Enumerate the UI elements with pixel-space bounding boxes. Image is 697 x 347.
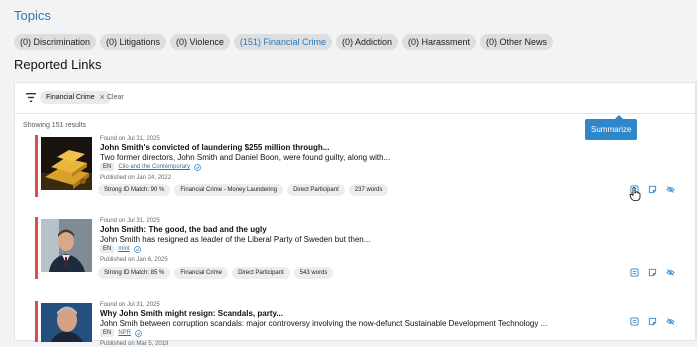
filter-bar: Financial Crime × Clear bbox=[15, 83, 696, 114]
match-tag: Strong ID Match: 85 % bbox=[98, 267, 171, 279]
risk-indicator bbox=[35, 217, 38, 279]
hide-icon[interactable] bbox=[666, 185, 675, 194]
filter-tag-label: Financial Crime bbox=[46, 94, 95, 101]
topics-title: Topics bbox=[14, 8, 51, 23]
article-title[interactable]: John Smith's convicted of laundering $25… bbox=[100, 143, 329, 152]
hand-cursor-icon bbox=[629, 187, 641, 201]
link-card[interactable]: Found on Jul 31, 2025 Why John Smith mig… bbox=[35, 301, 697, 347]
filter-icon[interactable] bbox=[26, 93, 36, 102]
reported-links-title: Reported Links bbox=[14, 57, 102, 72]
summarize-icon[interactable] bbox=[630, 317, 639, 326]
word-count-tag: 543 words bbox=[293, 267, 334, 279]
report-icon[interactable] bbox=[648, 317, 657, 326]
remove-filter-icon[interactable]: × bbox=[100, 93, 105, 102]
article-thumbnail bbox=[41, 137, 92, 190]
article-summary: John Smih between corruption scandals: m… bbox=[100, 319, 548, 328]
hide-icon[interactable] bbox=[666, 268, 675, 277]
tag-row: Strong ID Match: 90 % Financial Crime - … bbox=[98, 184, 389, 196]
tag-row: Strong ID Match: 85 % Financial Crime Di… bbox=[98, 267, 334, 279]
risk-indicator bbox=[35, 135, 38, 197]
summarize-tooltip: Summarize bbox=[585, 115, 638, 140]
found-date: Found on Jul 31, 2025 bbox=[100, 218, 160, 224]
verified-icon bbox=[133, 245, 141, 253]
source-link[interactable]: mint bbox=[118, 246, 129, 252]
article-summary: John Smith has resigned as leader of the… bbox=[100, 235, 371, 244]
clear-filters-button[interactable]: Clear bbox=[107, 94, 124, 101]
verified-icon bbox=[194, 163, 201, 171]
language-badge: EN bbox=[100, 245, 115, 253]
role-tag: Direct Participant bbox=[287, 184, 345, 196]
published-date: Published on Jan 24, 2022 bbox=[100, 175, 172, 181]
summarize-icon[interactable] bbox=[630, 268, 639, 277]
role-tag: Direct Participant bbox=[232, 267, 290, 279]
published-date: Published on Mar 5, 2019 bbox=[100, 341, 169, 347]
published-date: Published on Jan 6, 2025 bbox=[100, 257, 168, 263]
match-tag: Strong ID Match: 90 % bbox=[98, 184, 171, 196]
topic-chip-other-news[interactable]: (0) Other News bbox=[480, 34, 554, 50]
source-row: EN mint bbox=[100, 245, 141, 253]
article-summary: Two former directors, John Smith and Dan… bbox=[100, 153, 391, 162]
active-filter-tag: Financial Crime × bbox=[40, 91, 111, 104]
source-link[interactable]: Clio and the Contemporary bbox=[118, 164, 190, 170]
word-count-tag: 237 words bbox=[348, 184, 389, 196]
article-thumbnail bbox=[41, 303, 92, 342]
topic-chip-violence[interactable]: (0) Violence bbox=[170, 34, 230, 50]
found-date: Found on Jul 31, 2025 bbox=[100, 136, 160, 142]
risk-indicator bbox=[35, 301, 38, 342]
report-icon[interactable] bbox=[648, 268, 657, 277]
topic-chips: (0) Discrimination (0) Litigations (0) V… bbox=[14, 34, 554, 50]
results-count: Showing 151 results bbox=[23, 122, 87, 129]
source-row: EN NPR bbox=[100, 329, 142, 337]
category-tag: Financial Crime - Money Laundering bbox=[174, 184, 284, 196]
source-link[interactable]: NPR bbox=[118, 330, 131, 336]
card-actions bbox=[630, 317, 675, 326]
found-date: Found on Jul 31, 2025 bbox=[100, 302, 160, 308]
article-title[interactable]: John Smith: The good, the bad and the ug… bbox=[100, 225, 267, 234]
topic-chip-litigations[interactable]: (0) Litigations bbox=[100, 34, 167, 50]
verified-icon bbox=[135, 329, 142, 337]
report-icon[interactable] bbox=[648, 185, 657, 194]
article-thumbnail bbox=[41, 219, 92, 272]
link-card[interactable]: Found on Jul 31, 2025 John Smith: The go… bbox=[35, 217, 697, 279]
topic-chip-discrimination[interactable]: (0) Discrimination bbox=[14, 34, 97, 50]
topic-chip-financial-crime[interactable]: (151) Financial Crime bbox=[233, 34, 332, 50]
link-card[interactable]: Found on Jul 31, 2025 John Smith's convi… bbox=[35, 135, 697, 197]
topic-chip-harassment[interactable]: (0) Harassment bbox=[401, 34, 476, 50]
article-title[interactable]: Why John Smith might resign: Scandals, p… bbox=[100, 309, 283, 318]
card-actions bbox=[630, 268, 675, 277]
hide-icon[interactable] bbox=[666, 317, 675, 326]
language-badge: EN bbox=[100, 329, 115, 337]
topic-chip-addiction[interactable]: (0) Addiction bbox=[335, 34, 398, 50]
language-badge: EN bbox=[100, 163, 115, 171]
source-row: EN Clio and the Contemporary bbox=[100, 163, 201, 171]
category-tag: Financial Crime bbox=[174, 267, 229, 279]
